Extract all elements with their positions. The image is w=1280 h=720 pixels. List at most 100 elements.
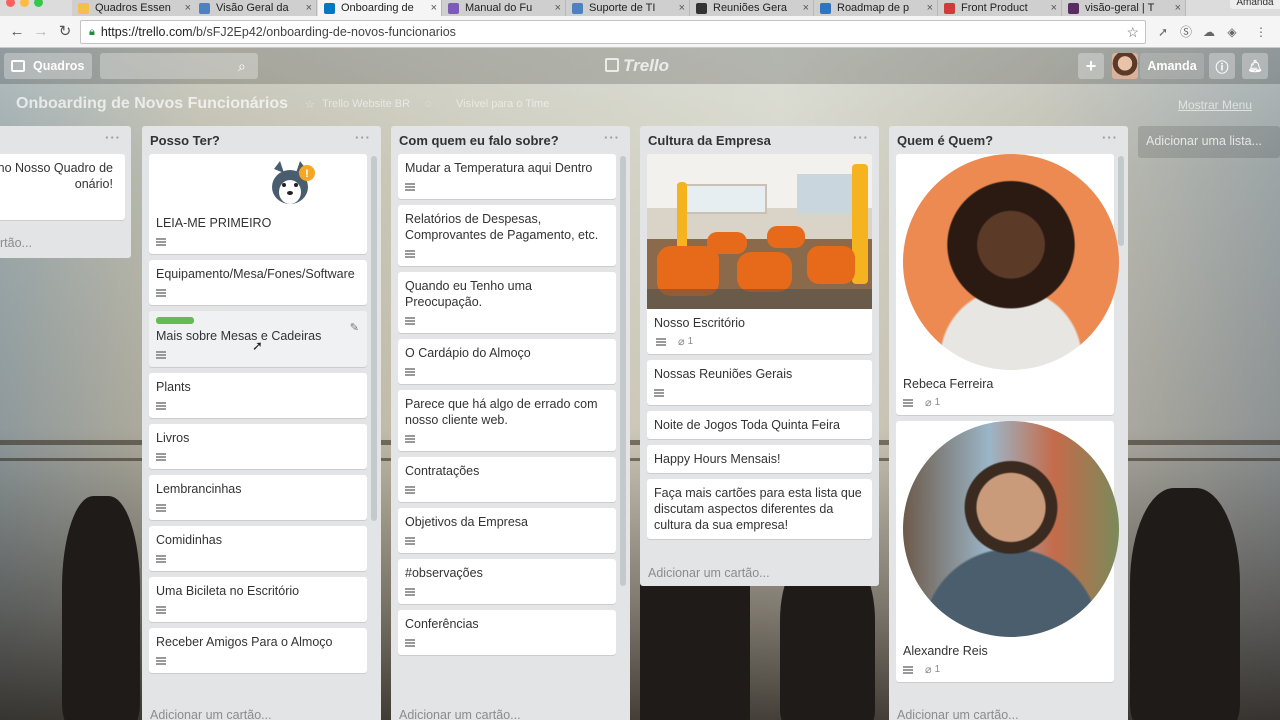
search-icon[interactable]: ⌕ — [238, 58, 246, 75]
add-card-link[interactable]: Adicionar um cartão... — [399, 708, 521, 720]
list-card[interactable]: Equipamento/Mesa/Fones/Software — [149, 260, 367, 305]
skype-icon[interactable]: Ⓢ — [1179, 25, 1193, 39]
extension-icon[interactable]: ➚ — [1156, 25, 1170, 39]
list-card[interactable]: ✎ Mais sobre Mesas e Cadeiras ➚ — [149, 311, 367, 367]
add-card-link[interactable]: Adicionar um cartão... — [150, 708, 272, 720]
list-card[interactable]: Receber Amigos Para o Almoço — [149, 628, 367, 673]
list-title[interactable]: Com quem eu falo sobre? — [399, 133, 559, 148]
browser-tab[interactable]: Manual do Fu × — [442, 0, 566, 16]
list-menu-icon[interactable]: ··· — [105, 130, 121, 145]
list-card[interactable]: Comidinhas — [149, 526, 367, 571]
list-scrollbar[interactable] — [620, 156, 626, 586]
list-card[interactable]: Rebeca Ferreira ⌀ 1 — [896, 154, 1119, 415]
list-card[interactable]: no Nosso Quadro de onário! — [0, 154, 125, 220]
list-menu-icon[interactable]: ··· — [355, 130, 371, 145]
list-card[interactable]: Livros — [149, 424, 367, 469]
list-card[interactable]: Quando eu Tenho uma Preocupação. — [398, 272, 616, 333]
description-icon — [405, 537, 415, 545]
person-photo — [903, 154, 1119, 370]
list-card[interactable]: ! LEIA-ME PRIMEIRO — [149, 154, 367, 254]
list-card[interactable]: Noite de Jogos Toda Quinta Feira — [647, 411, 872, 439]
tab-close-icon[interactable]: × — [555, 2, 561, 14]
list-card[interactable]: Relatórios de Despesas, Comprovantes de … — [398, 205, 616, 266]
tab-close-icon[interactable]: × — [1175, 2, 1181, 14]
search-input[interactable] — [100, 53, 258, 79]
list-card[interactable]: #observações — [398, 559, 616, 604]
avatar[interactable] — [1112, 53, 1138, 79]
boards-button[interactable]: Quadros — [4, 53, 92, 79]
list-scrollbar[interactable] — [1118, 156, 1124, 246]
list-scrollbar[interactable] — [371, 156, 377, 521]
tab-close-icon[interactable]: × — [431, 2, 437, 14]
list-title[interactable]: Cultura da Empresa — [648, 133, 771, 148]
browser-profile[interactable]: Amanda — [1230, 0, 1280, 9]
add-card-link[interactable]: Adicionar um cartão... — [648, 566, 770, 580]
list-card[interactable]: Faça mais cartões para esta lista que di… — [647, 479, 872, 539]
list-card[interactable]: Objetivos da Empresa — [398, 508, 616, 553]
tab-close-icon[interactable]: × — [803, 2, 809, 14]
maximize-window-icon[interactable] — [34, 0, 43, 7]
tab-close-icon[interactable]: × — [185, 2, 191, 14]
list-card[interactable]: Uma Bicileta no Escritório — [149, 577, 367, 622]
add-list-button[interactable]: Adicionar uma lista... — [1138, 126, 1280, 158]
edit-pencil-icon[interactable]: ✎ — [350, 320, 359, 336]
trello-logo[interactable]: Trello — [605, 56, 669, 76]
tab-close-icon[interactable]: × — [1051, 2, 1057, 14]
add-card-link[interactable]: Adicionar um cartão... — [897, 708, 1019, 720]
list-menu-icon[interactable]: ··· — [604, 130, 620, 145]
browser-tab[interactable]: visão-geral | T × — [1062, 0, 1186, 16]
star-icon[interactable]: ☆ — [305, 98, 315, 111]
board-title[interactable]: Onboarding de Novos Funcionários — [16, 95, 288, 113]
show-menu-link[interactable]: Mostrar Menu — [1178, 98, 1252, 112]
list-card[interactable]: Happy Hours Mensais! — [647, 445, 872, 473]
back-icon[interactable]: ← — [8, 23, 26, 41]
bookmark-star-icon[interactable]: ☆ — [1126, 24, 1139, 41]
green-label[interactable] — [156, 317, 194, 324]
list-card[interactable]: Nossas Reuniões Gerais — [647, 360, 872, 405]
info-icon[interactable]: ⓘ — [1209, 53, 1235, 79]
cloud-icon[interactable]: ☁ — [1202, 25, 1216, 39]
extension-gray-icon[interactable]: ◈ — [1225, 25, 1239, 39]
add-card-link[interactable]: rtão... — [0, 236, 32, 250]
browser-tab[interactable]: Quadros Essen × — [72, 0, 196, 16]
attachment-count: 1 — [934, 664, 941, 675]
list-card[interactable]: O Cardápio do Almoço — [398, 339, 616, 384]
browser-tab[interactable]: Roadmap de p × — [814, 0, 938, 16]
browser-tab[interactable]: Front Product × — [938, 0, 1062, 16]
address-bar[interactable]: 🔒︎ https://trello.com/b/sFJ2Ep42/onboard… — [80, 20, 1146, 44]
list-title[interactable]: Quem é Quem? — [897, 133, 993, 148]
description-icon — [405, 639, 415, 647]
user-menu-button[interactable]: Amanda — [1140, 53, 1204, 79]
browser-tab[interactable]: Reuniões Gera × — [690, 0, 814, 16]
board-visibility[interactable]: Visível para o Time — [456, 98, 549, 110]
reload-icon[interactable]: ↻ — [56, 23, 74, 41]
board-team[interactable]: Trello Website BR — [322, 98, 410, 110]
list-menu-icon[interactable]: ··· — [853, 130, 869, 145]
list-menu-icon[interactable]: ··· — [1102, 130, 1118, 145]
list-card[interactable]: Conferências — [398, 610, 616, 655]
card-title: Livros — [156, 431, 190, 445]
list-title[interactable]: Posso Ter? — [150, 133, 220, 148]
browser-menu-icon[interactable]: ⋮ — [1254, 25, 1268, 39]
list-card[interactable]: Plants — [149, 373, 367, 418]
list-card[interactable]: Lembrancinhas — [149, 475, 367, 520]
browser-tab[interactable]: Onboarding de × — [318, 0, 442, 16]
tab-close-icon[interactable]: × — [679, 2, 685, 14]
tab-close-icon[interactable]: × — [306, 2, 312, 14]
tab-close-icon[interactable]: × — [927, 2, 933, 14]
close-window-icon[interactable] — [6, 0, 15, 7]
forward-icon[interactable]: → — [32, 23, 50, 41]
list-card[interactable]: Nosso Escritório ⌀ 1 — [647, 154, 872, 354]
notifications-bell-icon[interactable]: 🔔︎ — [1242, 53, 1268, 79]
list-card[interactable]: Contratações — [398, 457, 616, 502]
minimize-window-icon[interactable] — [20, 0, 29, 7]
browser-tab[interactable]: Visão Geral da × — [193, 0, 317, 16]
add-button[interactable]: + — [1078, 53, 1104, 79]
list-card[interactable]: Parece que há algo de errado com nosso c… — [398, 390, 616, 451]
list-card[interactable]: Alexandre Reis ⌀ 1 — [896, 421, 1119, 682]
browser-tab[interactable]: Suporte de TI × — [566, 0, 690, 16]
tab-favicon-icon — [944, 2, 955, 14]
attachment-icon: ⌀ — [925, 397, 932, 409]
card-badges — [156, 502, 360, 514]
list-card[interactable]: Mudar a Temperatura aqui Dentro — [398, 154, 616, 199]
